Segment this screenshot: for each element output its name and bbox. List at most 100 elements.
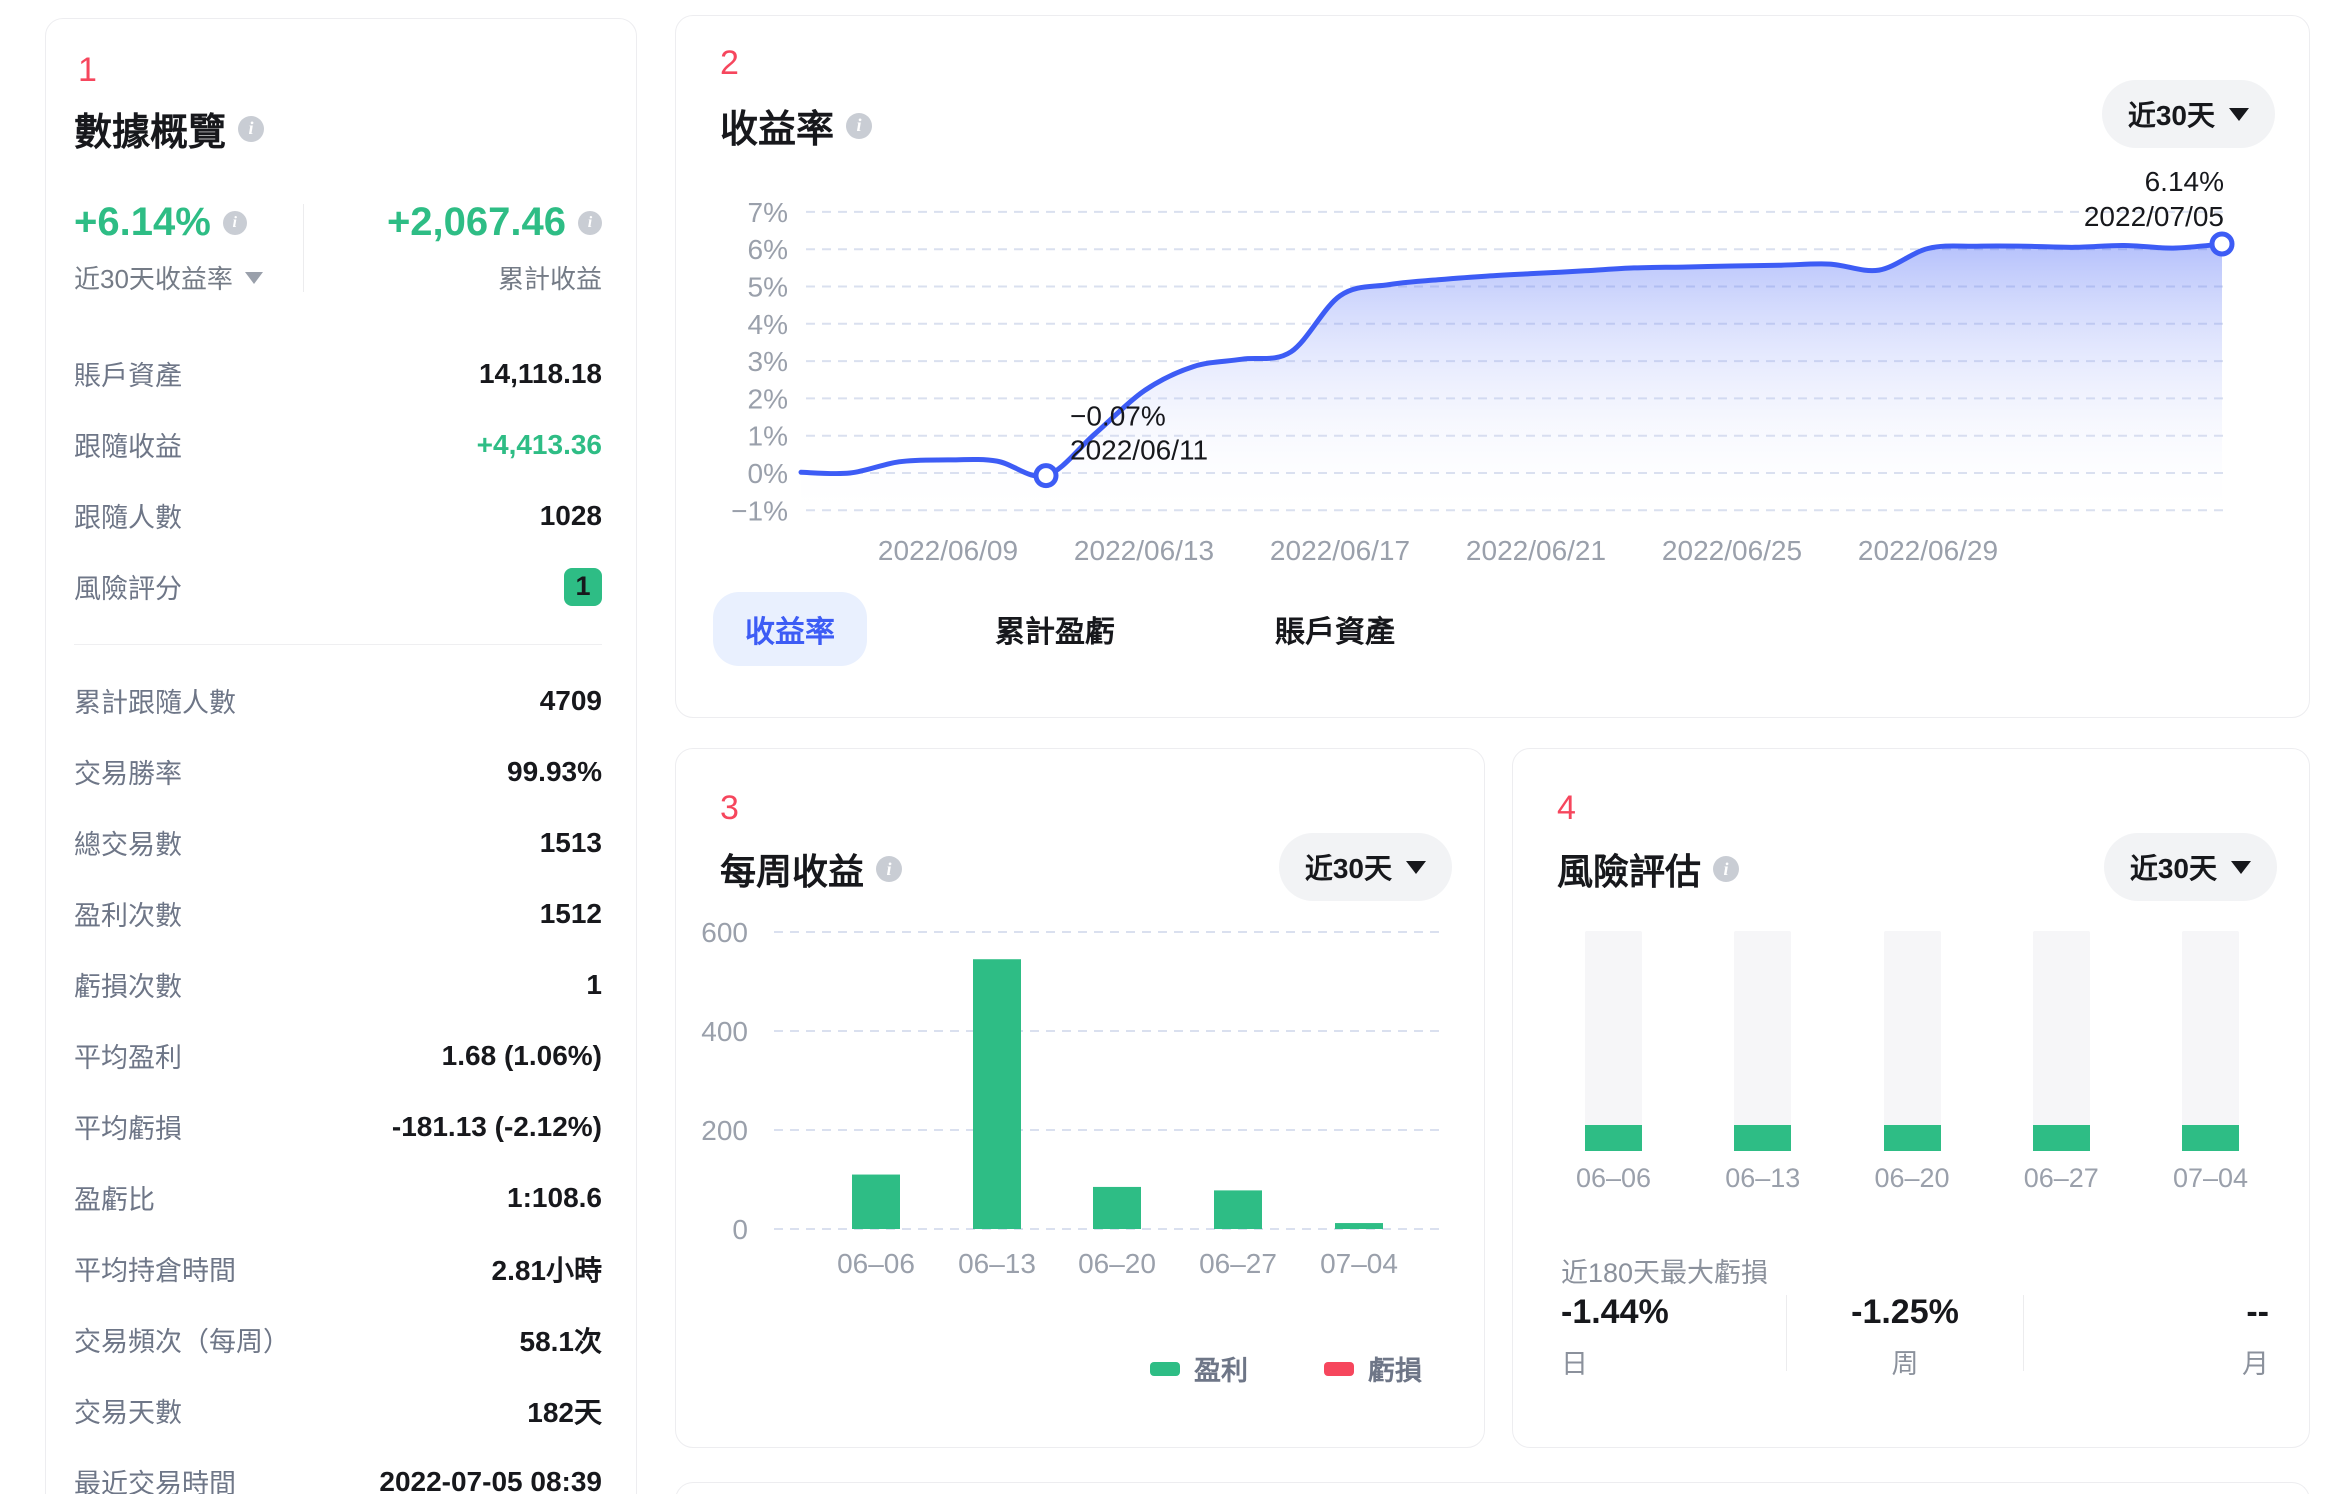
risk-drawdown-segment (1734, 1125, 1791, 1151)
risk-x-labels: 06–0606–1306–2006–2707–04 (1585, 1163, 2239, 1194)
divider (74, 644, 602, 645)
profit-bar (1214, 1190, 1262, 1229)
y-axis-tick: 1% (748, 421, 788, 452)
stat-label: 平均虧損 (74, 1107, 182, 1146)
risk-drawdown-segment (1884, 1125, 1941, 1151)
legend-item[interactable]: 虧損 (1324, 1349, 1422, 1388)
profit-bar (1335, 1223, 1383, 1229)
risk-drawdown-segment (2182, 1125, 2239, 1151)
chart-annotation: −0.07% (1070, 401, 1166, 432)
stat-label: 跟隨收益 (74, 425, 182, 464)
y-axis-tick: 200 (701, 1115, 748, 1146)
info-icon[interactable]: i (578, 211, 602, 235)
stat-value: 1513 (540, 827, 602, 859)
stat-row: 平均盈利1.68 (1.06%) (74, 1020, 602, 1091)
legend-label: 虧損 (1368, 1349, 1422, 1388)
risk-drawdown-segment (1585, 1125, 1642, 1151)
stat-label: 最近交易時間 (74, 1462, 236, 1494)
rate-30d-selector[interactable]: 近30天收益率 (74, 259, 263, 296)
info-icon[interactable]: i (223, 211, 247, 235)
y-axis-tick: 7% (748, 197, 788, 228)
rate-panel: 2 收益率 i 近30天 7%6%5%4%3%2%1%0%−1%2022/06/… (675, 15, 2310, 718)
stat-value: +4,413.36 (477, 429, 602, 461)
max-drawdown-title: 近180天最大虧損 (1561, 1251, 1768, 1290)
stat-row: 交易天數182天 (74, 1375, 602, 1446)
rate-tab-2[interactable]: 累計盈虧 (963, 592, 1147, 666)
area-fill (801, 244, 2222, 518)
x-axis-tick: 07–04 (1320, 1248, 1398, 1279)
rate-line-chart: 7%6%5%4%3%2%1%0%−1%2022/06/092022/06/132… (706, 156, 2281, 586)
risk-bar-chart (1585, 931, 2239, 1151)
stat-label: 累計跟隨人數 (74, 681, 236, 720)
stat-row: 最近交易時間2022-07-05 08:39 (74, 1446, 602, 1494)
stat-value: -181.13 (-2.12%) (392, 1111, 602, 1143)
info-icon[interactable]: i (1713, 856, 1739, 882)
drawdown-item: -1.25%周 (1787, 1293, 2023, 1373)
data-point-marker (1036, 466, 1056, 486)
stat-value: 4709 (540, 685, 602, 717)
y-axis-tick: 2% (748, 383, 788, 414)
y-axis-tick: 5% (748, 272, 788, 303)
stat-row: 平均虧損 -181.13 (-2.12%) (74, 1091, 602, 1162)
panel-index-1: 1 (78, 53, 602, 87)
drawdown-value: -1.44% (1561, 1293, 1669, 1332)
dashboard-page: 1 數據概覽 i +6.14% i 近30天收益率 +2,067.46 i (0, 0, 2330, 1494)
stat-value: 1.68 (1.06%) (442, 1040, 602, 1072)
drawdown-item: --月 (2024, 1293, 2269, 1373)
panel-index-3: 3 (720, 791, 739, 825)
chevron-down-icon (245, 272, 263, 284)
drawdown-value: -1.25% (1851, 1293, 1959, 1332)
cumulative-profit-label: 累計收益 (498, 259, 602, 296)
risk-panel-title: 風險評估 (1557, 843, 1701, 895)
stat-row: 盈利次數1512 (74, 878, 602, 949)
risk-panel: 4 風險評估 i 近30天 06–0606–1306–2006–2707–04 … (1512, 748, 2310, 1448)
stat-row: 虧損次數1 (74, 949, 602, 1020)
weekly-panel-title: 每周收益 (720, 843, 864, 895)
legend-item[interactable]: 盈利 (1150, 1349, 1248, 1388)
chevron-down-icon (2231, 861, 2251, 874)
stat-row: 平均持倉時間 2.81小時 (74, 1233, 602, 1304)
stat-label: 平均持倉時間 (74, 1249, 236, 1288)
x-axis-tick: 2022/06/13 (1074, 535, 1214, 566)
stat-value: 2.81小時 (492, 1249, 603, 1289)
drawdown-item: -1.44%日 (1561, 1293, 1786, 1373)
info-icon[interactable]: i (876, 856, 902, 882)
legend-swatch (1150, 1362, 1180, 1376)
panel-index-2: 2 (720, 46, 739, 80)
rate-panel-title: 收益率 (720, 98, 834, 153)
overview-stats-top: 賬戶資產14,118.18跟隨收益+4,413.36跟隨人數1028風險評分1 (74, 338, 602, 622)
stat-value: 1028 (540, 500, 602, 532)
stat-row: 盈虧比1:108.6 (74, 1162, 602, 1233)
x-axis-tick: 06–20 (1078, 1248, 1156, 1279)
x-axis-tick: 2022/06/17 (1270, 535, 1410, 566)
x-axis-tick: 06–27 (1199, 1248, 1277, 1279)
rate-tab-1[interactable]: 收益率 (713, 592, 867, 666)
stat-row: 跟隨收益 +4,413.36 (74, 409, 602, 480)
range-dropdown[interactable]: 近30天 (2104, 833, 2277, 901)
range-dropdown[interactable]: 近30天 (1279, 833, 1452, 901)
stat-label: 交易勝率 (74, 752, 182, 791)
stat-row: 跟隨人數1028 (74, 480, 602, 551)
risk-track (1585, 931, 1642, 1151)
stat-value: 1512 (540, 898, 602, 930)
stat-label: 賬戶資產 (74, 354, 182, 393)
profit-bar (852, 1175, 900, 1229)
range-dropdown[interactable]: 近30天 (2102, 80, 2275, 148)
overview-card: 1 數據概覽 i +6.14% i 近30天收益率 +2,067.46 i (45, 18, 637, 1494)
vertical-divider (303, 204, 304, 292)
info-icon[interactable]: i (846, 113, 872, 139)
x-axis-tick: 2022/06/29 (1858, 535, 1998, 566)
risk-track (2182, 931, 2239, 1151)
info-icon[interactable]: i (238, 116, 264, 142)
stat-row: 風險評分1 (74, 551, 602, 622)
y-axis-tick: −1% (731, 495, 788, 526)
stat-value: 182天 (527, 1391, 602, 1431)
chart-annotation: 6.14% (2145, 166, 2224, 197)
drawdown-label: 周 (1892, 1342, 1919, 1381)
panel-index-4: 4 (1557, 791, 1576, 825)
stat-label: 盈虧比 (74, 1178, 155, 1217)
risk-track (2033, 931, 2090, 1151)
rate-tab-3[interactable]: 賬戶資產 (1243, 592, 1427, 666)
stat-row: 總交易數1513 (74, 807, 602, 878)
y-axis-tick: 600 (701, 917, 748, 948)
